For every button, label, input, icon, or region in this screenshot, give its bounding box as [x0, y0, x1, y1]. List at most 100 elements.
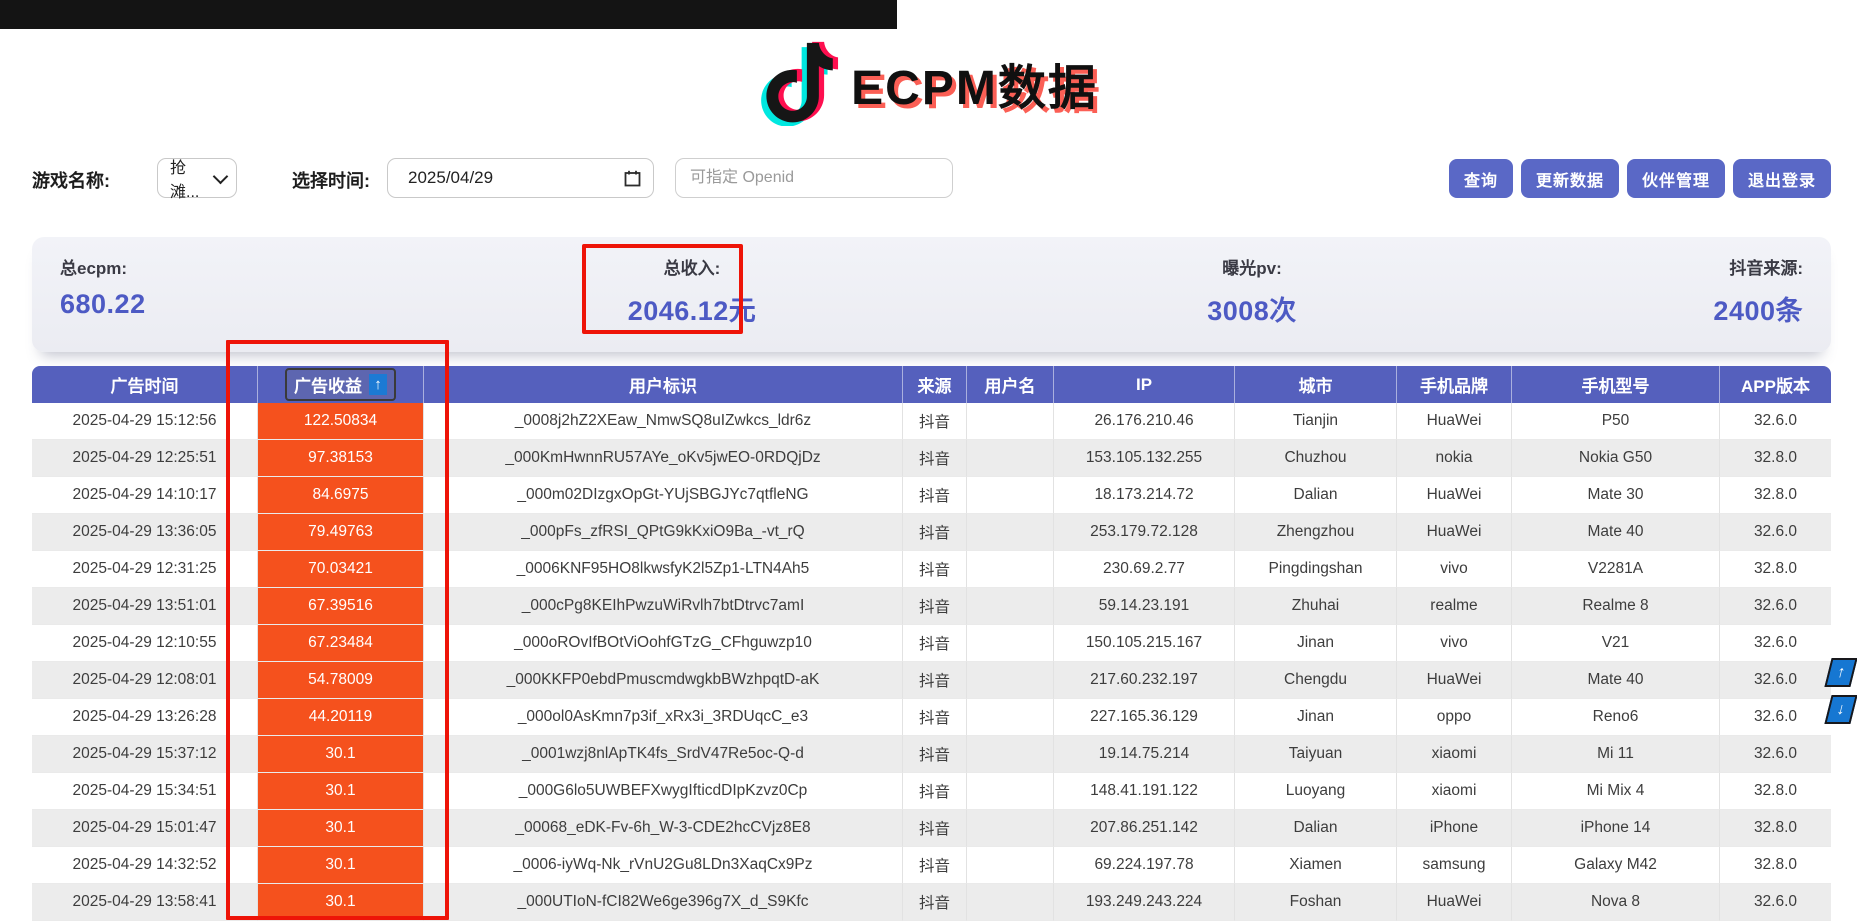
stat-value: 680.22 [60, 289, 146, 320]
cell-phone-model: Mate 40 [1512, 662, 1720, 699]
cell-user-id: _000UTIoN-fCI82We6ge396g7X_d_S9Kfc [424, 884, 903, 921]
column-header-label: 广告收益 [294, 372, 362, 397]
cell-app-version: 32.6.0 [1720, 588, 1831, 625]
date-label: 选择时间: [292, 167, 370, 193]
stat-value: 2400条 [1713, 289, 1803, 328]
cell-username [967, 884, 1054, 921]
column-header-ad-time: 广告时间 [32, 366, 258, 403]
cell-phone-brand: HuaWei [1397, 477, 1512, 514]
cell-source: 抖音 [903, 403, 967, 440]
cell-city: Pingdingshan [1235, 551, 1397, 588]
cell-user-id: _000oROvIfBOtViOohfGTzG_CFhguwzp10 [424, 625, 903, 662]
cell-ad-time: 2025-04-29 15:01:47 [32, 810, 258, 847]
app-logo: ECPM数据 [0, 40, 1857, 126]
cell-phone-model: iPhone 14 [1512, 810, 1720, 847]
cell-ip: 26.176.210.46 [1054, 403, 1235, 440]
cell-username [967, 847, 1054, 884]
tiktok-note-icon [759, 40, 841, 126]
cell-ad-revenue: 30.1 [258, 884, 424, 921]
column-header-phone-model: 手机型号 [1512, 366, 1720, 403]
stat-label: 曝光pv: [1112, 254, 1392, 279]
partner-manage-button[interactable]: 伙伴管理 [1627, 159, 1725, 198]
cell-ad-time: 2025-04-29 15:12:56 [32, 403, 258, 440]
cell-phone-model: V21 [1512, 625, 1720, 662]
cell-phone-brand: HuaWei [1397, 403, 1512, 440]
stat-total-income: 总收入: 2046.12元 [592, 254, 792, 328]
cell-username [967, 551, 1054, 588]
cell-ad-revenue: 97.38153 [258, 440, 424, 477]
cell-user-id: _0006KNF95HO8lkwsfyK2l5Zp1-LTN4Ah5 [424, 551, 903, 588]
table-row: 2025-04-29 14:10:1784.6975_000m02DIzgxOp… [32, 477, 1831, 514]
stat-value: 3008次 [1112, 289, 1392, 328]
table-header-row: 广告时间广告收益↑用户标识来源用户名IP城市手机品牌手机型号APP版本 [32, 366, 1831, 403]
cell-city: Luoyang [1235, 773, 1397, 810]
table-row: 2025-04-29 13:58:4130.1_000UTIoN-fCI82We… [32, 884, 1831, 921]
cell-phone-model: Nova 8 [1512, 884, 1720, 921]
stat-exposure-pv: 曝光pv: 3008次 [1112, 254, 1392, 328]
game-select[interactable]: 抢滩... [157, 158, 237, 198]
cell-city: Jinan [1235, 699, 1397, 736]
cell-user-id: _000KKFP0ebdPmuscmdwgkbBWzhpqtD-aK [424, 662, 903, 699]
column-header-ip: IP [1054, 366, 1235, 403]
query-button[interactable]: 查询 [1449, 159, 1513, 198]
openid-input[interactable] [675, 158, 953, 198]
sort-asc-icon[interactable]: ↑ [369, 374, 387, 395]
cell-ad-revenue: 30.1 [258, 847, 424, 884]
browser-dark-strip [0, 0, 897, 29]
cell-city: Foshan [1235, 884, 1397, 921]
cell-ad-revenue: 67.23484 [258, 625, 424, 662]
column-header-username: 用户名 [967, 366, 1054, 403]
cell-app-version: 32.8.0 [1720, 477, 1831, 514]
cell-ad-revenue: 70.03421 [258, 551, 424, 588]
cell-ip: 150.105.215.167 [1054, 625, 1235, 662]
cell-username [967, 773, 1054, 810]
cell-ip: 193.249.243.224 [1054, 884, 1235, 921]
cell-ad-revenue: 122.50834 [258, 403, 424, 440]
cell-source: 抖音 [903, 773, 967, 810]
cell-ad-time: 2025-04-29 14:32:52 [32, 847, 258, 884]
cell-phone-brand: HuaWei [1397, 514, 1512, 551]
cell-city: Chengdu [1235, 662, 1397, 699]
cell-source: 抖音 [903, 514, 967, 551]
cell-source: 抖音 [903, 440, 967, 477]
cell-user-id: _000cPg8KEIhPwzuWiRvlh7btDtrvc7amI [424, 588, 903, 625]
cell-phone-brand: HuaWei [1397, 884, 1512, 921]
cell-phone-brand: samsung [1397, 847, 1512, 884]
refresh-data-button[interactable]: 更新数据 [1521, 159, 1619, 198]
table-row: 2025-04-29 13:26:2844.20119_000ol0AsKmn7… [32, 699, 1831, 736]
cell-ip: 253.179.72.128 [1054, 514, 1235, 551]
cell-ip: 18.173.214.72 [1054, 477, 1235, 514]
cell-app-version: 32.8.0 [1720, 440, 1831, 477]
cell-username [967, 477, 1054, 514]
cell-username [967, 810, 1054, 847]
stat-label: 总ecpm: [60, 254, 146, 279]
cell-phone-model: Nokia G50 [1512, 440, 1720, 477]
filter-bar: 游戏名称: 抢滩... 选择时间: 2025/04/29 查询 更新数据 伙伴管… [32, 158, 1831, 202]
cell-username [967, 440, 1054, 477]
game-name-label: 游戏名称: [32, 167, 110, 193]
stat-douyin-source: 抖音来源: 2400条 [1713, 254, 1803, 328]
cell-phone-model: Mate 40 [1512, 514, 1720, 551]
cell-ad-time: 2025-04-29 12:25:51 [32, 440, 258, 477]
cell-city: Dalian [1235, 477, 1397, 514]
column-header-user-id: 用户标识 [424, 366, 903, 403]
table-row: 2025-04-29 15:01:4730.1_00068_eDK-Fv-6h_… [32, 810, 1831, 847]
column-header-ad-revenue[interactable]: 广告收益 ↑ [258, 366, 424, 403]
cell-ad-revenue: 67.39516 [258, 588, 424, 625]
date-picker-input[interactable]: 2025/04/29 [387, 158, 654, 198]
cell-source: 抖音 [903, 736, 967, 773]
cell-source: 抖音 [903, 847, 967, 884]
cell-ad-time: 2025-04-29 13:51:01 [32, 588, 258, 625]
cell-source: 抖音 [903, 662, 967, 699]
cell-source: 抖音 [903, 810, 967, 847]
stats-summary-bar: 总ecpm: 680.22 总收入: 2046.12元 曝光pv: 3008次 … [32, 237, 1831, 352]
calendar-icon [624, 170, 641, 187]
cell-phone-model: Reno6 [1512, 699, 1720, 736]
logout-button[interactable]: 退出登录 [1733, 159, 1831, 198]
cell-user-id: _0006-iyWq-Nk_rVnU2Gu8LDn3XaqCx9Pz [424, 847, 903, 884]
sort-control[interactable]: 广告收益 ↑ [285, 368, 396, 401]
cell-ip: 59.14.23.191 [1054, 588, 1235, 625]
game-select-value: 抢滩... [170, 154, 215, 202]
cell-app-version: 32.6.0 [1720, 736, 1831, 773]
cell-ip: 148.41.191.122 [1054, 773, 1235, 810]
